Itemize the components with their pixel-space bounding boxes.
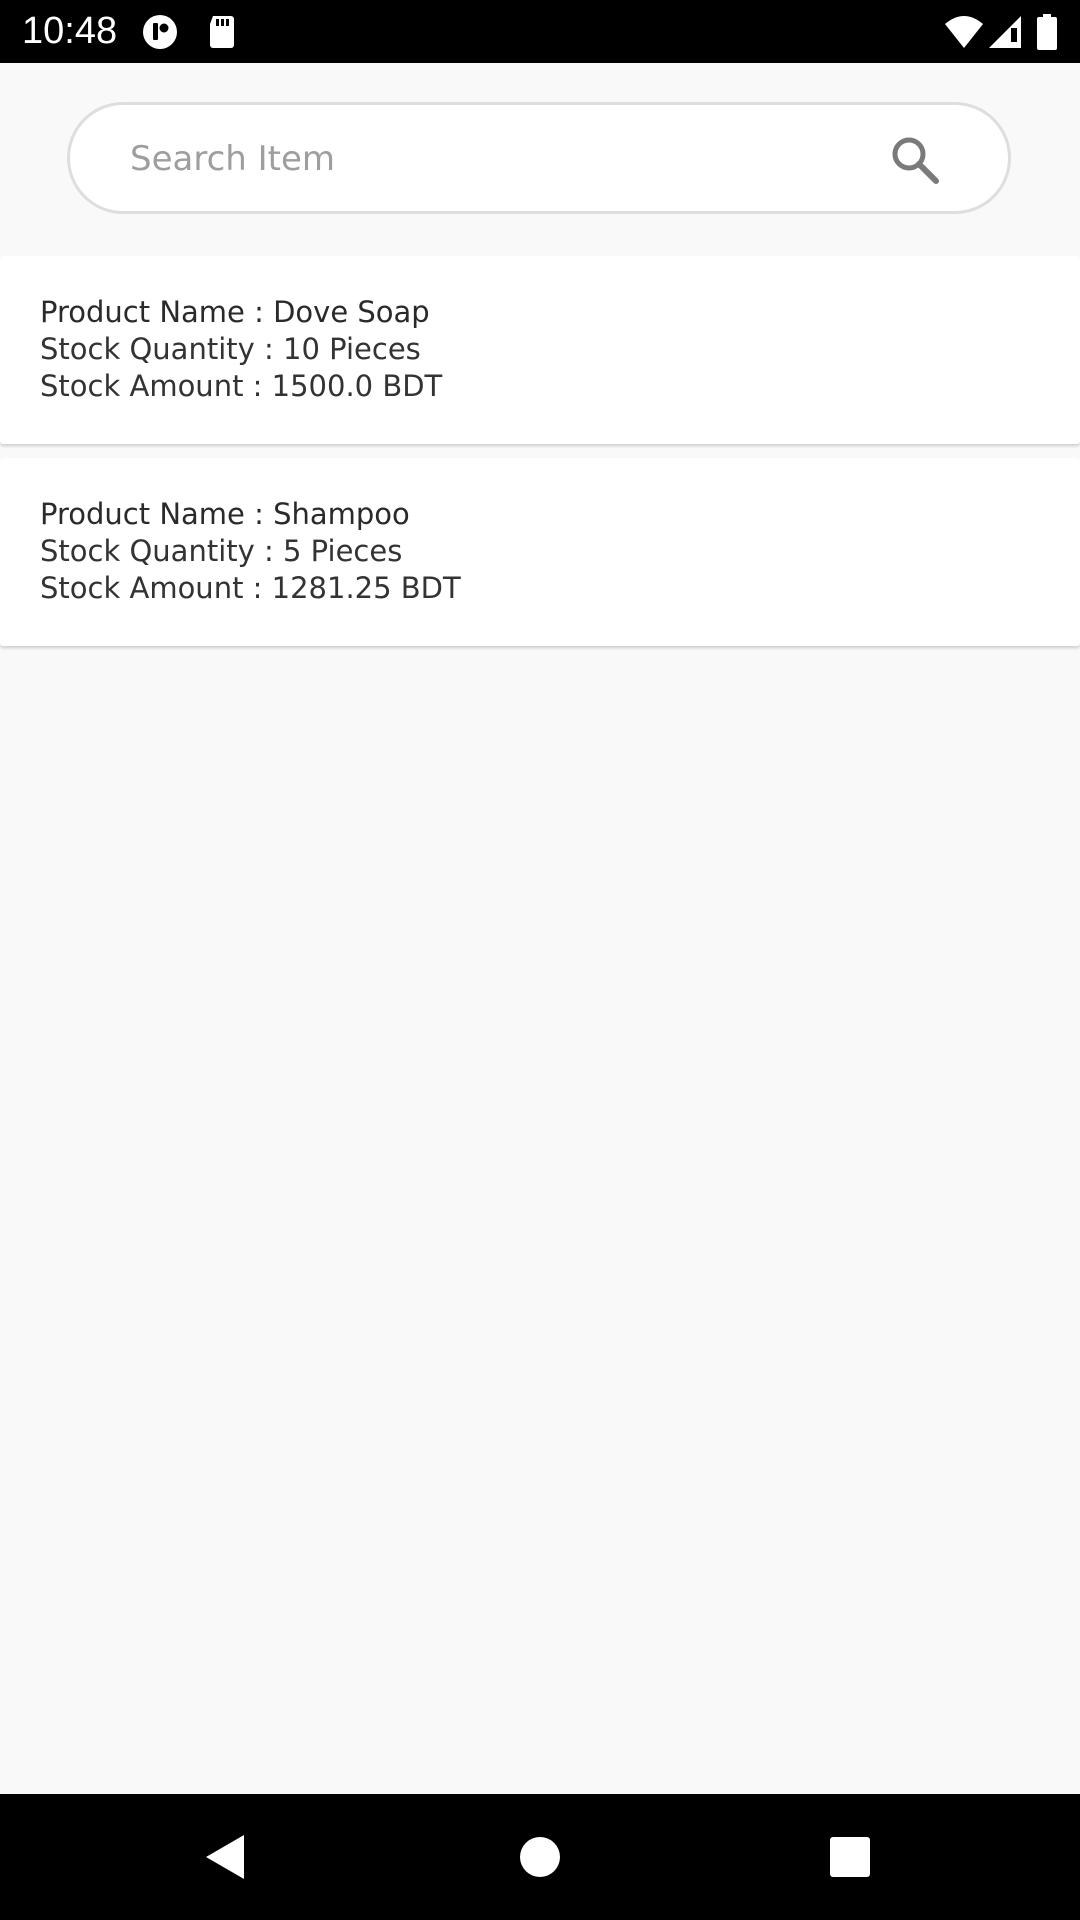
status-bar: 10:48 bbox=[0, 0, 1080, 63]
stock-quantity: Stock Quantity : 10 Pieces bbox=[40, 332, 421, 366]
stock-quantity: Stock Quantity : 5 Pieces bbox=[40, 534, 403, 568]
stock-amount: Stock Amount : 1500.0 BDT bbox=[40, 369, 443, 403]
home-icon[interactable] bbox=[510, 1827, 570, 1887]
sd-card-icon bbox=[210, 16, 234, 48]
stock-amount: Stock Amount : 1281.25 BDT bbox=[40, 571, 461, 605]
status-time: 10:48 bbox=[22, 10, 118, 52]
search-input[interactable] bbox=[130, 123, 850, 195]
recents-icon[interactable] bbox=[820, 1827, 880, 1887]
search-icon[interactable] bbox=[890, 135, 940, 185]
navigation-bar bbox=[0, 1794, 1080, 1920]
battery-icon bbox=[1037, 14, 1057, 50]
cell-signal-icon bbox=[989, 16, 1021, 48]
product-card[interactable]: Product Name : Shampoo Stock Quantity : … bbox=[0, 458, 1080, 646]
app-notification-icon bbox=[143, 15, 177, 49]
product-name: Product Name : Shampoo bbox=[40, 497, 410, 531]
product-name: Product Name : Dove Soap bbox=[40, 295, 430, 329]
product-card[interactable]: Product Name : Dove Soap Stock Quantity … bbox=[0, 256, 1080, 444]
back-icon[interactable] bbox=[196, 1827, 256, 1887]
search-bar[interactable] bbox=[67, 102, 1011, 214]
wifi-icon bbox=[945, 16, 983, 48]
